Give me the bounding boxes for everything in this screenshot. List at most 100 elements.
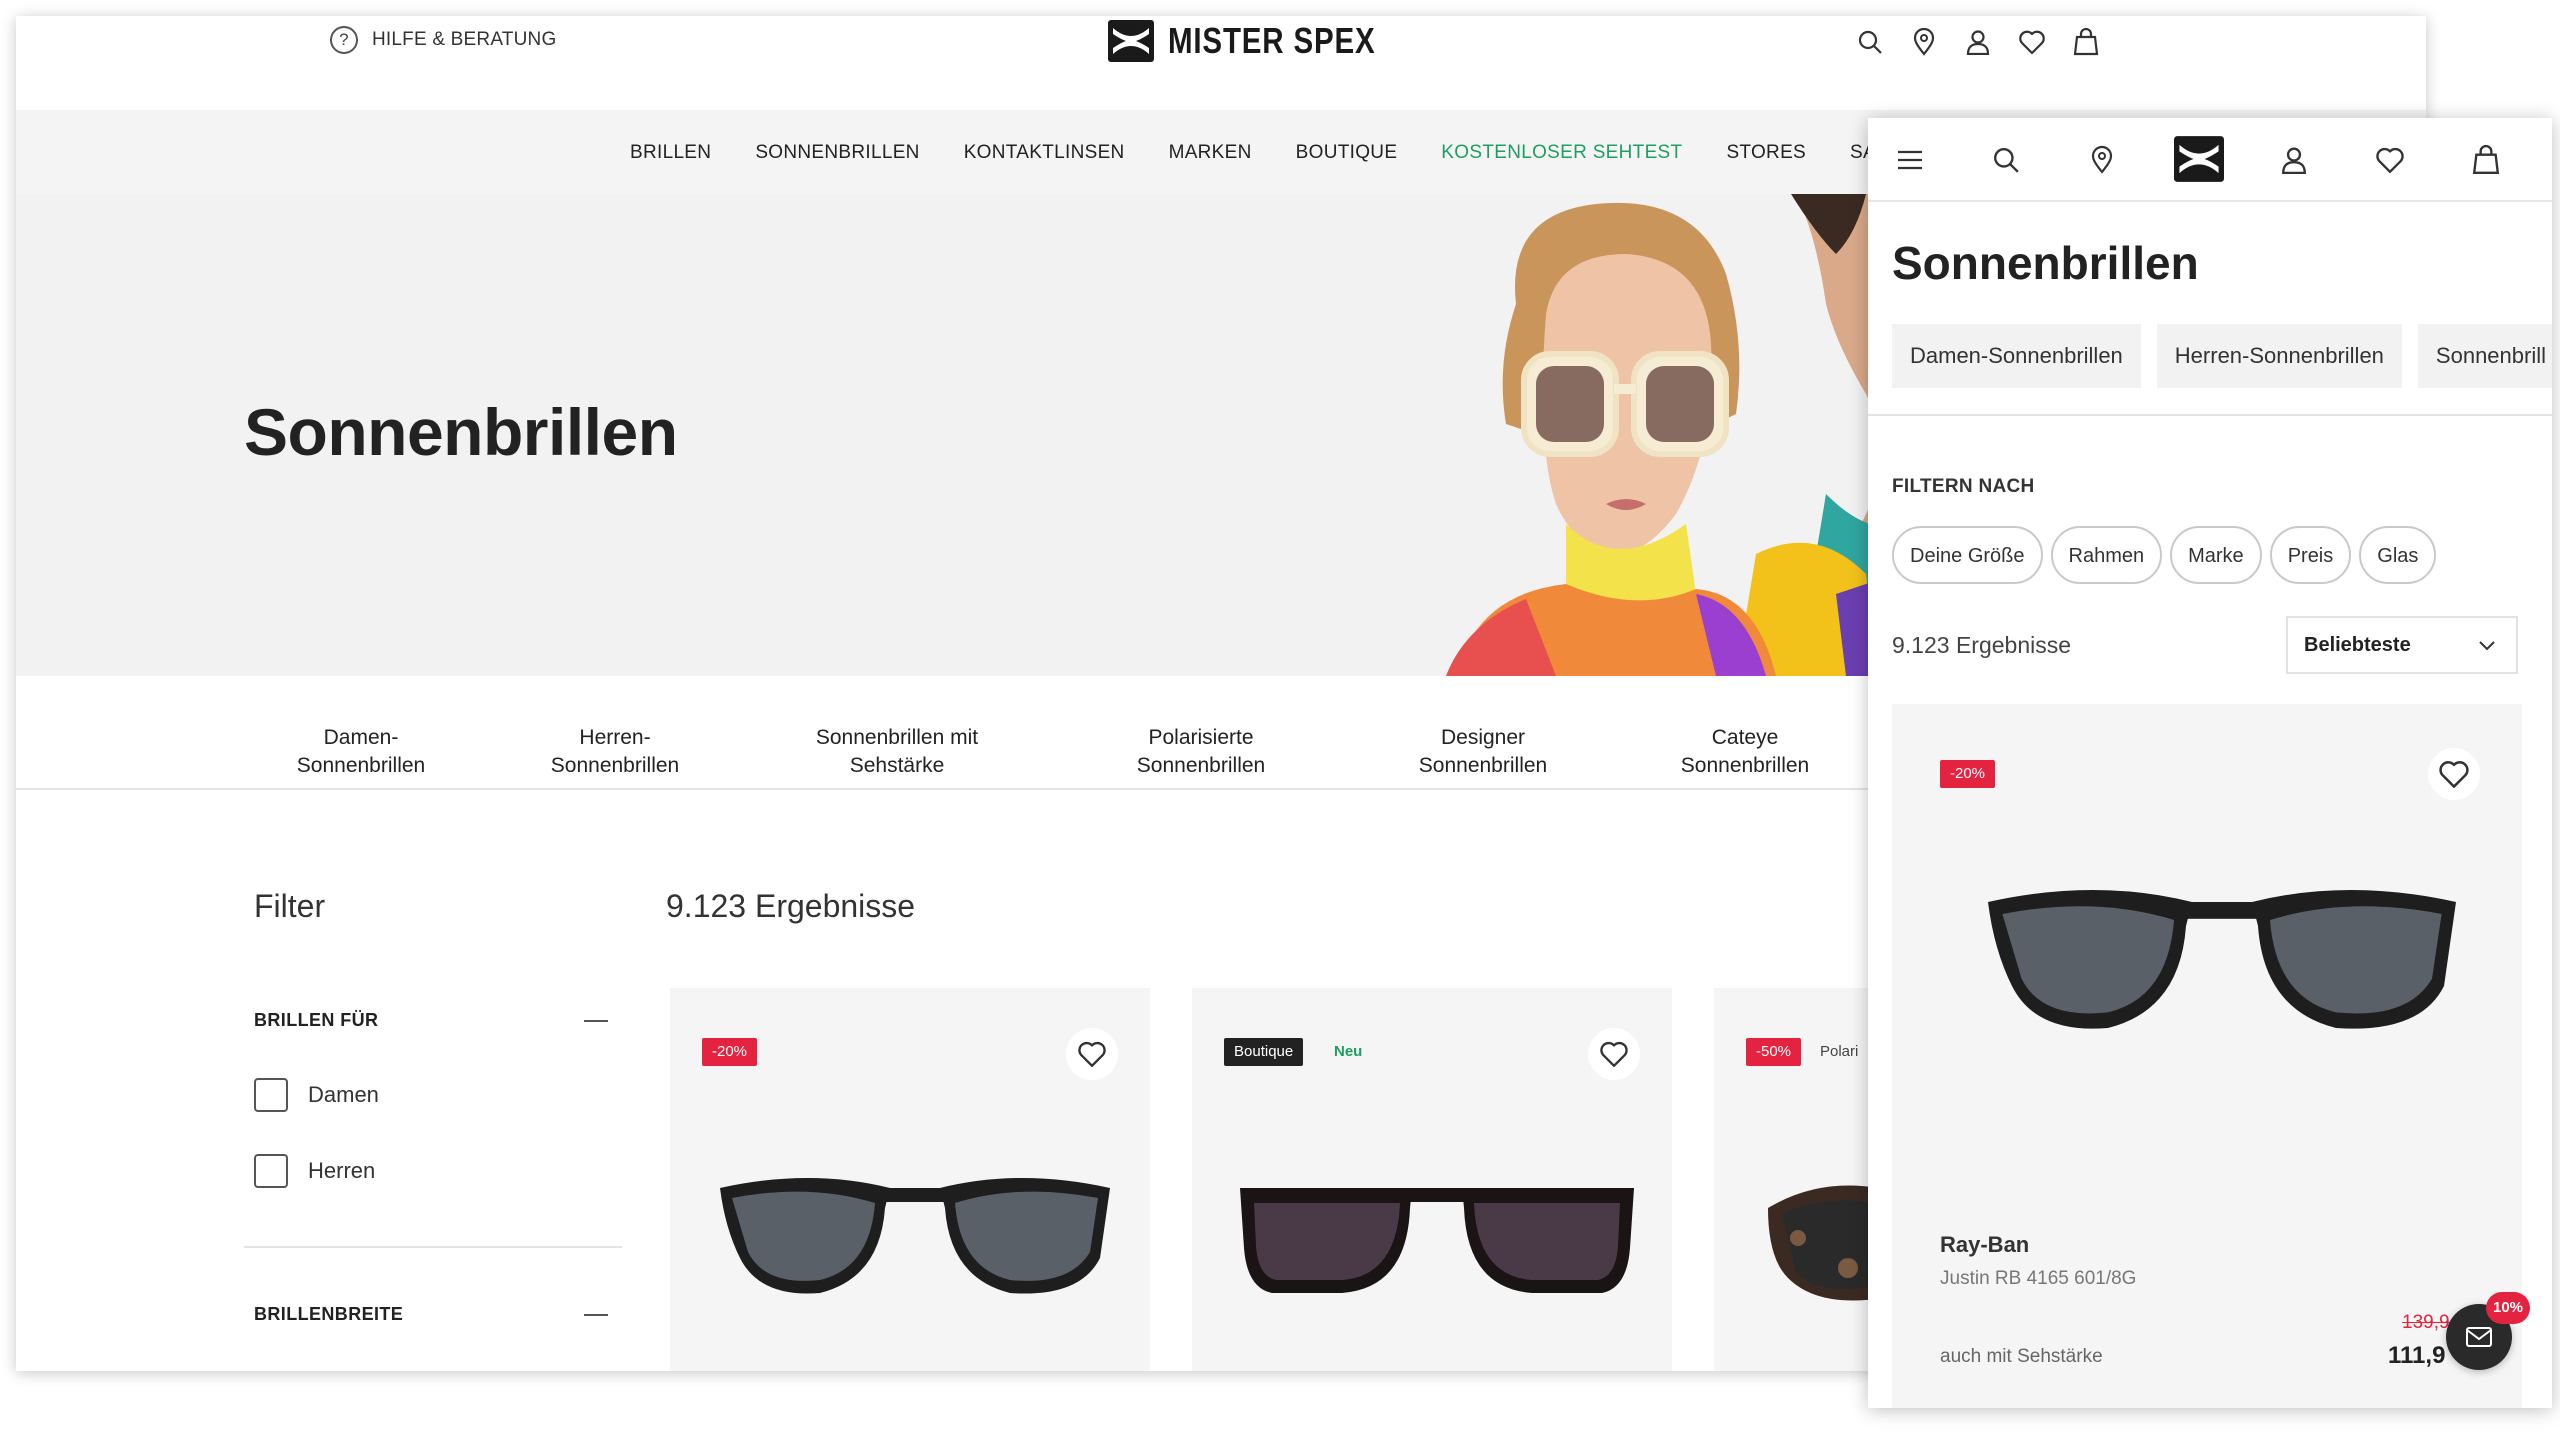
discount-badge: -20% [702,1038,758,1066]
subcategory-damen[interactable]: Damen- Sonnenbrillen [246,724,476,780]
subcategory-label: Polarisierte [1148,726,1254,749]
filter-pill-glas[interactable]: Glas [2359,526,2437,584]
question-icon: ? [330,26,358,54]
product-note: auch mit Sehstärke [1940,1346,2103,1367]
collapse-icon[interactable] [584,1314,608,1316]
nav-kontaktlinsen[interactable]: KONTAKTLINSEN [964,142,1125,164]
subcategory-label: Herren- [579,726,651,749]
filter-option-label: Damen [308,1082,379,1107]
product-image [1988,890,2456,1029]
nav-kostenloser-sehtest[interactable]: KOSTENLOSER SEHTEST [1441,142,1682,164]
account-icon[interactable] [1964,28,1992,56]
product-card[interactable]: Boutique Neu [1192,988,1672,1371]
subcategory-label: Sonnenbrillen [296,754,426,777]
wishlist-heart-icon[interactable] [1066,1028,1118,1080]
chevron-down-icon [2479,641,2495,651]
cart-bag-icon[interactable] [2464,138,2508,182]
account-icon[interactable] [2272,138,2316,182]
results-count: 9.123 Ergebnisse [666,888,916,924]
filter-heading: Filter [254,888,326,924]
discount-badge: -50% [1746,1038,1802,1066]
collapse-icon[interactable] [584,1020,608,1022]
filter-pill-groesse[interactable]: Deine Größe [1892,526,2043,584]
polarized-badge: Polari [1820,1043,1859,1060]
checkbox[interactable] [254,1078,288,1112]
subcategory-label: Sehstärke [849,754,945,777]
logo[interactable]: MISTER SPEX [1108,20,1421,62]
product-brand: Ray-Ban [1940,1232,2030,1257]
discount-badge: -20% [1940,760,1996,788]
filter-section-brillen-fuer[interactable]: BRILLEN FÜR [254,1010,378,1031]
mobile-window: Sonnenbrillen Damen-Sonnenbrillen Herren… [1868,118,2552,1408]
product-image [1240,1188,1634,1293]
top-bar: ? HILFE & BERATUNG MISTER SPEX [16,16,2426,110]
envelope-icon [2466,1327,2492,1347]
subcategory-herren[interactable]: Herren- Sonnenbrillen [500,724,730,780]
product-model: Justin RB 4165 601/8G [1940,1268,2137,1289]
nav-stores[interactable]: STORES [1726,142,1806,164]
search-icon[interactable] [1856,28,1884,56]
subcategory-label: Designer [1440,726,1526,749]
promo-badge: 10% [2486,1292,2530,1324]
subcategory-cateye[interactable]: Cateye Sonnenbrillen [1630,724,1860,780]
header-icons [1856,28,2100,56]
product-image [720,1178,1110,1294]
subcategory-designer[interactable]: Designer Sonnenbrillen [1368,724,1598,780]
search-icon[interactable] [1984,138,2028,182]
logo-text: MISTER SPEX [1168,20,1376,61]
nav-sonnenbrillen[interactable]: SONNENBRILLEN [755,142,919,164]
divider [244,1246,622,1248]
sort-value: Beliebteste [2304,633,2411,656]
price: 111,9 [2388,1342,2446,1369]
wishlist-heart-icon[interactable] [2018,28,2046,56]
nav-brillen[interactable]: BRILLEN [630,142,711,164]
chip-damen-sonnenbrillen[interactable]: Damen-Sonnenbrillen [1892,324,2141,388]
nav-boutique[interactable]: BOUTIQUE [1296,142,1398,164]
subcategory-polarisierte[interactable]: Polarisierte Sonnenbrillen [1086,724,1316,780]
wishlist-heart-icon[interactable] [2428,748,2480,800]
subcategory-sehstaerke[interactable]: Sonnenbrillen mit Sehstärke [762,724,1032,780]
filter-pill-preis[interactable]: Preis [2269,526,2352,584]
product-card[interactable]: -20% [1892,704,2522,1408]
page-title: Sonnenbrillen [1892,237,2199,289]
new-badge: Neu [1334,1043,1363,1060]
sort-select[interactable]: Beliebteste [2286,616,2518,674]
newsletter-button[interactable]: 10% [2446,1292,2530,1370]
results-count: 9.123 Ergebnisse [1892,632,2072,658]
wishlist-heart-icon[interactable] [2368,138,2412,182]
nav-marken[interactable]: MARKEN [1169,142,1252,164]
mobile-header [1868,118,2552,202]
hamburger-menu-icon[interactable] [1888,138,1932,182]
subcategory-label: Cateye [1711,726,1779,749]
old-price: 139,9 [2402,1312,2450,1333]
product-card[interactable]: -20% [670,988,1150,1371]
boutique-badge: Boutique [1224,1038,1304,1066]
logo-mark-icon[interactable] [2174,134,2224,184]
wishlist-heart-icon[interactable] [1588,1028,1640,1080]
filter-pills: Deine Größe Rahmen Marke Preis Glas [1892,526,2437,584]
filter-option-damen[interactable]: Damen [254,1078,379,1112]
cart-bag-icon[interactable] [2072,28,2100,56]
filter-pill-marke[interactable]: Marke [2170,526,2262,584]
filter-heading: FILTERN NACH [1892,476,2035,497]
logo-mark-icon [1108,20,1154,62]
location-pin-icon[interactable] [1910,28,1938,56]
page-title: Sonnenbrillen [244,395,678,469]
subcategory-label: Damen- [323,726,399,749]
help-label: HILFE & BERATUNG [372,29,557,50]
location-pin-icon[interactable] [2080,138,2124,182]
chip-sonnenbrillen[interactable]: Sonnenbrill [2417,324,2552,388]
hero-model-image [1446,194,1896,676]
filter-section-brillenbreite[interactable]: BRILLENBREITE [254,1304,403,1325]
checkbox[interactable] [254,1154,288,1188]
subcategory-label: Sonnenbrillen mit [815,726,979,749]
filter-option-herren[interactable]: Herren [254,1154,375,1188]
divider [1868,414,2552,416]
filter-pill-rahmen[interactable]: Rahmen [2050,526,2163,584]
chip-herren-sonnenbrillen[interactable]: Herren-Sonnenbrillen [2156,324,2402,388]
category-chips: Damen-Sonnenbrillen Herren-Sonnenbrillen… [1892,324,2552,388]
filter-option-label: Herren [308,1158,376,1183]
subcategory-label: Sonnenbrillen [1418,754,1548,777]
subcategory-label: Sonnenbrillen [1680,754,1810,777]
help-link[interactable]: ? HILFE & BERATUNG [330,26,556,54]
